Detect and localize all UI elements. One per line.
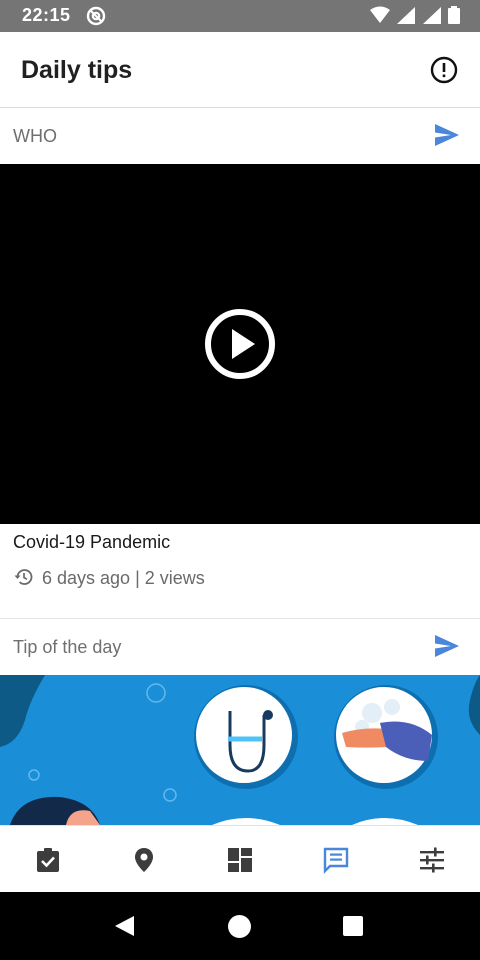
section-label: WHO <box>13 126 57 146</box>
bottom-navigation <box>0 825 480 893</box>
home-icon[interactable] <box>227 914 252 939</box>
cell-signal-icon <box>397 7 415 24</box>
send-icon[interactable] <box>434 123 460 147</box>
checklist-icon[interactable] <box>34 846 62 874</box>
status-bar: 22:15 <box>0 0 480 32</box>
send-icon[interactable] <box>434 634 460 658</box>
info-icon[interactable] <box>430 56 458 84</box>
section-label: Tip of the day <box>13 637 122 657</box>
video-meta-text: 6 days ago | 2 views <box>42 568 205 588</box>
recents-icon[interactable] <box>343 916 363 936</box>
dashboard-icon[interactable] <box>226 846 254 874</box>
status-time: 22:15 <box>22 5 71 25</box>
section-header-tip: Tip of the day <box>0 619 480 675</box>
back-icon[interactable] <box>112 914 136 938</box>
location-icon[interactable] <box>130 846 158 874</box>
video-info[interactable]: Covid-19 Pandemic 6 days ago | 2 views <box>0 524 480 619</box>
app-bar: Daily tips <box>0 32 480 108</box>
at-sign-icon <box>86 6 106 26</box>
chat-icon[interactable] <box>322 846 350 874</box>
system-navigation-bar <box>0 892 480 960</box>
settings-sliders-icon[interactable] <box>418 846 446 874</box>
tip-illustration[interactable] <box>0 675 480 825</box>
history-icon <box>14 569 33 585</box>
video-title: Covid-19 Pandemic <box>13 532 171 552</box>
page-title: Daily tips <box>21 56 133 84</box>
cell-signal-2-icon <box>423 7 441 24</box>
section-header-who: WHO <box>0 108 480 164</box>
battery-icon <box>448 6 460 24</box>
wifi-icon <box>370 6 390 23</box>
play-icon[interactable] <box>204 308 276 380</box>
status-icons <box>364 6 460 26</box>
tip-illustration-art <box>0 675 480 825</box>
